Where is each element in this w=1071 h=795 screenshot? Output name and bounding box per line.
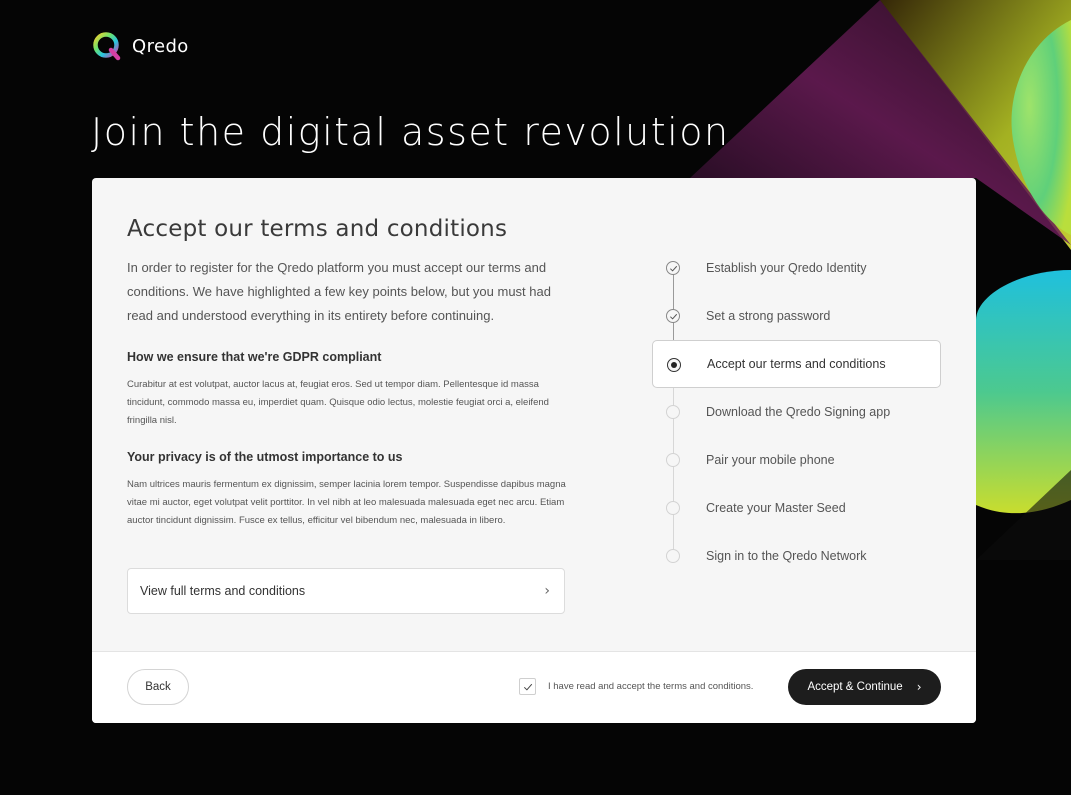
brand-name: Qredo: [132, 35, 189, 57]
empty-circle-icon: [666, 549, 680, 563]
chevron-right-icon: ›: [916, 680, 922, 694]
gdpr-section-text: Curabitur at est volutpat, auctor lacus …: [127, 379, 549, 426]
step-set-password[interactable]: Set a strong password: [652, 292, 941, 340]
page-title: Join the digital asset revolution: [91, 110, 730, 154]
step-label: Set a strong password: [706, 309, 831, 323]
step-pair-phone: Pair your mobile phone: [652, 436, 941, 484]
terms-card: Accept our terms and conditions In order…: [92, 178, 976, 723]
view-full-terms-button[interactable]: View full terms and conditions ›: [127, 568, 565, 614]
step-establish-identity[interactable]: Establish your Qredo Identity: [652, 244, 941, 292]
registration-steps: Establish your Qredo Identity Set a stro…: [652, 244, 941, 580]
step-label: Sign in to the Qredo Network: [706, 549, 867, 563]
empty-circle-icon: [666, 501, 680, 515]
step-label: Download the Qredo Signing app: [706, 405, 891, 419]
step-master-seed: Create your Master Seed: [652, 484, 941, 532]
check-circle-icon: [666, 309, 680, 323]
gdpr-section-title: How we ensure that we're GDPR compliant: [127, 350, 382, 364]
card-footer: Back I have read and accept the terms an…: [92, 651, 976, 723]
view-full-terms-label: View full terms and conditions: [140, 584, 306, 598]
step-label: Accept our terms and conditions: [707, 357, 886, 371]
brand-logo[interactable]: Qredo: [92, 31, 189, 61]
empty-circle-icon: [666, 405, 680, 419]
radio-active-icon: [667, 358, 681, 372]
step-accept-terms[interactable]: Accept our terms and conditions: [652, 340, 941, 388]
privacy-section-title: Your privacy is of the utmost importance…: [127, 450, 403, 464]
check-circle-icon: [666, 261, 680, 275]
step-label: Establish your Qredo Identity: [706, 261, 867, 275]
step-sign-in: Sign in to the Qredo Network: [652, 532, 941, 580]
check-icon: [523, 683, 532, 691]
continue-label: Accept & Continue: [807, 681, 903, 693]
empty-circle-icon: [666, 453, 680, 467]
privacy-section-text: Nam ultrices mauris fermentum ex digniss…: [127, 479, 566, 526]
terms-content: Accept our terms and conditions In order…: [127, 216, 567, 550]
qredo-logo-icon: [93, 32, 121, 61]
accept-terms-control: I have read and accept the terms and con…: [519, 678, 753, 695]
accept-terms-checkbox[interactable]: [519, 678, 536, 695]
terms-heading: Accept our terms and conditions: [127, 216, 508, 242]
accept-continue-button[interactable]: Accept & Continue ›: [788, 669, 941, 705]
step-label: Create your Master Seed: [706, 501, 846, 515]
accept-terms-label[interactable]: I have read and accept the terms and con…: [548, 681, 753, 692]
back-button[interactable]: Back: [127, 669, 189, 705]
step-label: Pair your mobile phone: [706, 453, 835, 467]
step-download-app: Download the Qredo Signing app: [652, 388, 941, 436]
terms-intro: In order to register for the Qredo platf…: [127, 260, 551, 323]
card-body: Accept our terms and conditions In order…: [92, 178, 976, 652]
chevron-right-icon: ›: [544, 583, 550, 599]
